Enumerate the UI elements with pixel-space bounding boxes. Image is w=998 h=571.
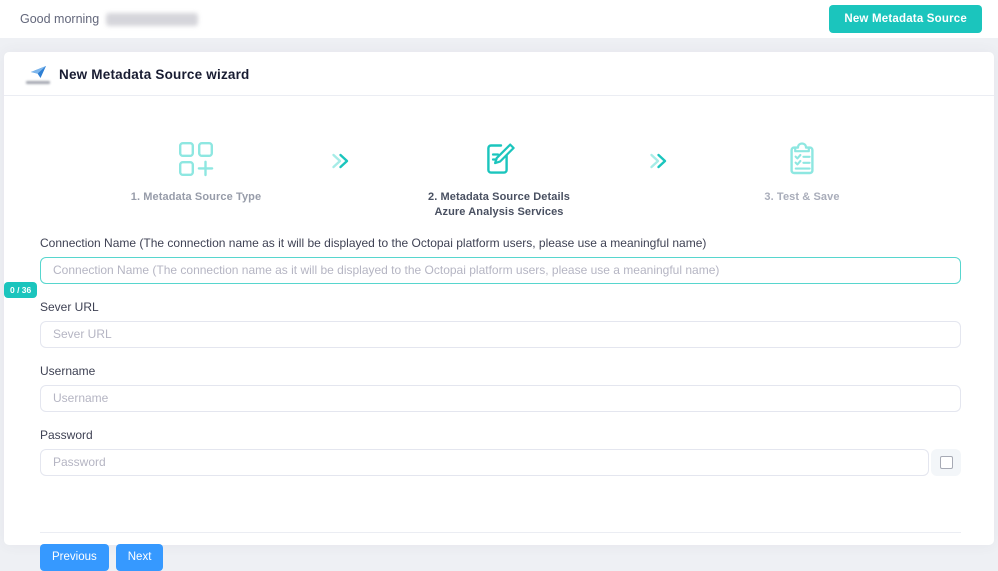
step-label-line2: Azure Analysis Services [434, 205, 564, 218]
server-url-input[interactable] [40, 320, 961, 348]
step-label: 1. Metadata Source Type [130, 191, 262, 203]
edit-document-icon [487, 143, 515, 174]
card-title-row: New Metadata Source wizard [4, 52, 994, 95]
wizard-steps: 1. Metadata Source Type 2. Metadata Sour… [4, 96, 994, 220]
step-arrow-2 [614, 140, 702, 170]
step-metadata-source-type: 1. Metadata Source Type [96, 140, 296, 205]
show-password-addon [931, 448, 961, 476]
logo-caption-redacted [26, 81, 50, 84]
username-field: Username [40, 364, 961, 412]
top-header: Good morning New Metadata Source [0, 0, 998, 38]
double-chevron-right-icon [332, 153, 349, 169]
double-chevron-right-icon [650, 153, 667, 169]
step-label-line1: 2. Metadata Source Details [428, 191, 570, 203]
connection-name-label: Connection Name (The connection name as … [40, 235, 707, 250]
clipboard-check-icon [790, 142, 814, 175]
server-url-field: Sever URL [40, 300, 961, 348]
new-metadata-source-button[interactable]: New Metadata Source [829, 5, 982, 33]
char-counter-badge: 0 / 36 [4, 281, 38, 298]
logo-glyph [30, 66, 46, 78]
greeting-text: Good morning [20, 12, 100, 26]
username-input[interactable] [40, 384, 961, 412]
username-label: Username [40, 363, 96, 378]
step-metadata-source-details: 2. Metadata Source Details Azure Analysi… [384, 140, 614, 220]
password-input-group [40, 448, 961, 476]
grid-plus-icon [179, 142, 214, 177]
wizard-title: New Metadata Source wizard [59, 67, 250, 82]
octopai-logo-icon [26, 65, 50, 84]
step-arrow-1 [296, 140, 384, 170]
password-label: Password [40, 427, 93, 442]
connection-name-input[interactable] [40, 256, 961, 284]
step-label: 2. Metadata Source Details Azure Analysi… [428, 190, 570, 220]
previous-button[interactable]: Previous [40, 543, 109, 571]
wizard-card: New Metadata Source wizard 1. Metadata S… [4, 52, 994, 571]
next-button[interactable]: Next [115, 543, 164, 571]
step-test-and-save: 3. Test & Save [702, 140, 902, 205]
greeting: Good morning [20, 12, 199, 26]
show-password-checkbox[interactable] [939, 455, 953, 469]
password-input[interactable] [40, 448, 929, 476]
step-label: 3. Test & Save [764, 191, 840, 203]
page: Good morning New Metadata Source New Met… [0, 0, 998, 571]
password-field: Password [40, 428, 961, 476]
connection-name-field: Connection Name (The connection name as … [4, 235, 961, 298]
redacted-company-name [106, 12, 199, 26]
wizard-actions: Previous Next [4, 533, 994, 571]
server-url-label: Sever URL [40, 299, 99, 314]
metadata-source-form: Connection Name (The connection name as … [4, 220, 994, 476]
